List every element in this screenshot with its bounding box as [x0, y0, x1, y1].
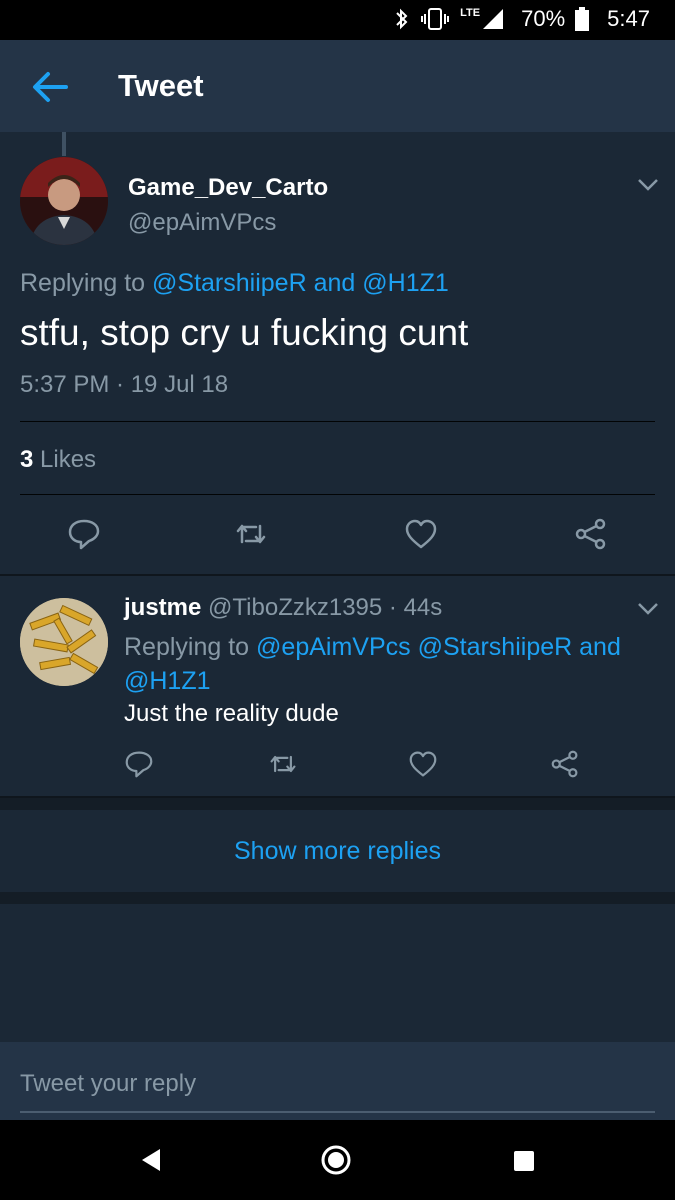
separator — [0, 796, 675, 798]
mention-link[interactable]: @H1Z1 — [362, 269, 449, 297]
signal-icon — [483, 9, 504, 29]
mention-link[interactable]: @H1Z1 — [124, 667, 211, 695]
status-bar: LTE 70% 5:47 — [0, 0, 675, 40]
tweet-text: Just the reality dude — [124, 700, 339, 727]
recents-nav-icon[interactable] — [513, 1150, 535, 1172]
reply-icon[interactable] — [124, 750, 154, 778]
main-tweet: Game_Dev_Carto @epAimVPcs Replying to @S… — [0, 132, 675, 574]
mention-link[interactable]: @epAimVPcs — [256, 633, 411, 661]
share-icon[interactable] — [574, 518, 608, 550]
share-icon[interactable] — [550, 750, 580, 778]
mention-link[interactable]: @StarshiipeR — [418, 633, 573, 661]
home-nav-icon[interactable] — [320, 1144, 352, 1176]
replying-to: Replying to @epAimVPcs @StarshiipeR and … — [124, 633, 621, 695]
page-title: Tweet — [118, 68, 204, 103]
heart-icon[interactable] — [408, 750, 438, 778]
reply-tweet[interactable]: justme @TiboZzkz1395 · 44s Replying to @… — [0, 576, 675, 796]
battery-percent: 70% — [521, 6, 566, 31]
reply-input[interactable]: Tweet your reply — [20, 1070, 196, 1098]
likes-count[interactable]: 3 Likes — [20, 446, 96, 474]
reply-icon[interactable] — [67, 518, 101, 550]
reply-time: · 44s — [388, 594, 443, 621]
vibrate-icon — [421, 8, 450, 30]
divider — [20, 421, 655, 422]
avatar[interactable] — [20, 598, 108, 686]
replying-to: Replying to @StarshiipeR and @H1Z1 — [20, 269, 449, 297]
heart-icon[interactable] — [404, 518, 438, 550]
back-nav-icon[interactable] — [140, 1147, 162, 1173]
network-type: LTE — [460, 7, 481, 19]
back-arrow-icon[interactable] — [32, 70, 68, 104]
empty-area — [0, 904, 675, 1042]
mention-link[interactable]: @StarshiipeR — [152, 269, 307, 297]
bluetooth-icon — [396, 8, 408, 30]
reply-header: justme @TiboZzkz1395 · 44s — [124, 594, 442, 622]
author-name[interactable]: justme — [124, 594, 201, 621]
retweet-icon[interactable] — [234, 518, 268, 550]
clock: 5:47 — [607, 6, 650, 31]
show-more-label: Show more replies — [233, 837, 442, 865]
avatar[interactable] — [20, 157, 108, 245]
app-bar: Tweet — [0, 40, 675, 132]
author-handle[interactable]: @TiboZzkz1395 — [208, 594, 382, 621]
battery-icon — [575, 7, 590, 31]
tweet-text: stfu, stop cry u fucking cunt — [20, 312, 469, 353]
show-more-replies-button[interactable]: Show more replies — [0, 810, 675, 892]
thread-line — [62, 132, 66, 156]
author-name[interactable]: Game_Dev_Carto — [128, 174, 328, 202]
author-handle[interactable]: @epAimVPcs — [128, 209, 276, 237]
chevron-down-icon[interactable] — [637, 178, 659, 192]
input-underline — [20, 1111, 655, 1113]
divider — [20, 494, 655, 495]
retweet-icon[interactable] — [268, 750, 298, 778]
system-nav-bar — [0, 1120, 675, 1200]
chevron-down-icon[interactable] — [637, 602, 659, 616]
tweet-timestamp: 5:37 PM · 19 Jul 18 — [20, 371, 229, 398]
reply-composer[interactable]: Tweet your reply — [0, 1042, 675, 1120]
